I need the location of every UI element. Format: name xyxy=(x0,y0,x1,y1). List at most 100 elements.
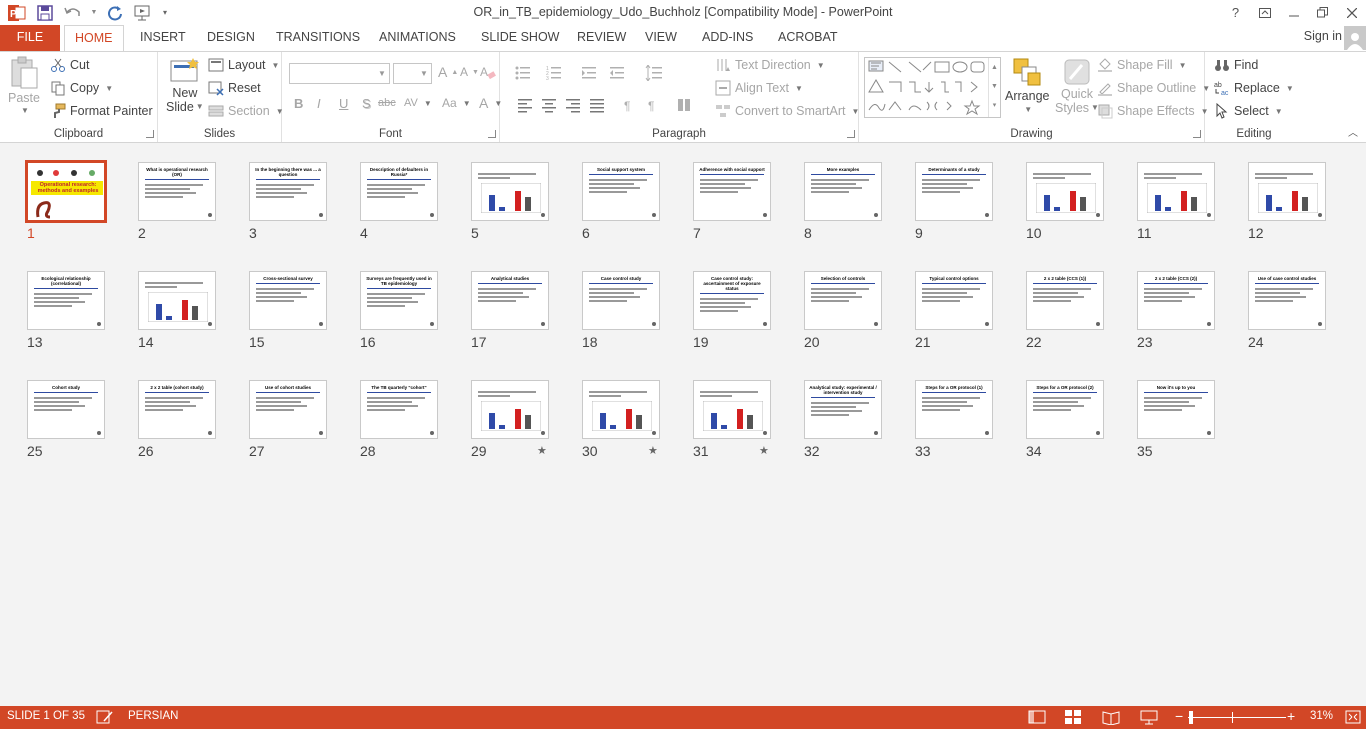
animation-star-icon[interactable]: ★ xyxy=(648,444,658,457)
copy-dropdown-icon[interactable]: ▼ xyxy=(105,84,113,93)
font-size-dropdown-icon[interactable]: ▼ xyxy=(417,64,431,83)
slide-thumbnail[interactable]: 2 x 2 table (CCS (2)) xyxy=(1137,271,1215,330)
collapse-ribbon-icon[interactable]: ︿ xyxy=(1348,124,1358,139)
slide-thumbnail[interactable] xyxy=(1248,162,1326,221)
slide-thumbnail[interactable] xyxy=(471,162,549,221)
tab-slide-show[interactable]: SLIDE SHOW xyxy=(471,25,570,51)
bold-button[interactable]: B xyxy=(294,96,303,111)
slide-thumbnail[interactable]: Steps for a OR protocol (1) xyxy=(915,380,993,439)
animation-star-icon[interactable]: ★ xyxy=(537,444,547,457)
paste-dropdown-icon[interactable]: ▼ xyxy=(21,106,29,115)
section-button[interactable]: Section ▼ xyxy=(208,103,284,119)
slide-thumbnail[interactable]: Case control study xyxy=(582,271,660,330)
tab-review[interactable]: REVIEW xyxy=(567,25,636,51)
zoom-slider[interactable] xyxy=(1188,711,1286,724)
font-name-combo[interactable]: ▼ xyxy=(289,63,390,84)
font-name-dropdown-icon[interactable]: ▼ xyxy=(375,64,389,83)
fit-to-window-icon[interactable] xyxy=(1344,709,1362,725)
drawing-launcher-icon[interactable] xyxy=(1193,130,1201,138)
slide-thumbnail[interactable]: Operational research: methods and exampl… xyxy=(25,160,107,223)
slide-sorter-view-icon[interactable] xyxy=(1064,709,1082,725)
find-button[interactable]: Find xyxy=(1214,57,1258,73)
restore-icon[interactable] xyxy=(1308,0,1337,25)
tab-animations[interactable]: ANIMATIONS xyxy=(369,25,466,51)
animation-star-icon[interactable]: ★ xyxy=(759,444,769,457)
close-icon[interactable] xyxy=(1337,0,1366,25)
zoom-in-button[interactable]: + xyxy=(1287,708,1295,724)
zoom-slider-thumb[interactable] xyxy=(1189,711,1193,724)
slide-thumbnail[interactable]: What is operational research (OR) xyxy=(138,162,216,221)
language-status[interactable]: PERSIAN xyxy=(128,710,179,722)
slide-thumbnail[interactable] xyxy=(693,380,771,439)
slide-thumbnail[interactable]: Cross-sectional survey xyxy=(249,271,327,330)
format-painter-button[interactable]: Format Painter xyxy=(50,103,153,119)
reset-button[interactable]: Reset xyxy=(208,80,261,96)
text-direction-button[interactable]: Text Direction ▼ xyxy=(715,57,825,73)
slide-thumbnail[interactable]: 2 x 2 table (CCS (1)) xyxy=(1026,271,1104,330)
italic-button[interactable]: I xyxy=(317,96,321,111)
font-launcher-icon[interactable] xyxy=(488,130,496,138)
font-size-combo[interactable]: ▼ xyxy=(393,63,432,84)
slide-thumbnail[interactable]: Social support system xyxy=(582,162,660,221)
sign-in-link[interactable]: Sign in xyxy=(1304,29,1342,43)
tab-insert[interactable]: INSERT xyxy=(130,25,196,51)
select-button[interactable]: Select ▼ xyxy=(1214,103,1283,119)
help-button[interactable]: ? xyxy=(1221,0,1250,25)
arrange-button[interactable]: Arrange ▼ xyxy=(1005,57,1049,114)
font-color-button[interactable]: A ▼ xyxy=(479,95,502,111)
convert-to-smartart-button[interactable]: Convert to SmartArt ▼ xyxy=(715,103,859,119)
grow-font-button[interactable]: A ▲ xyxy=(438,64,458,80)
shrink-font-button[interactable]: A ▼ xyxy=(460,65,479,79)
replace-button[interactable]: ab ac Replace ▼ xyxy=(1214,80,1294,96)
tab-transitions[interactable]: TRANSITIONS xyxy=(266,25,370,51)
shape-outline-button[interactable]: Shape Outline ▼ xyxy=(1097,80,1210,96)
clear-formatting-button[interactable]: A xyxy=(480,64,496,80)
slide-thumbnail[interactable]: Use of cohort studies xyxy=(249,380,327,439)
normal-view-icon[interactable] xyxy=(1028,709,1046,725)
tab-file[interactable]: FILE xyxy=(0,25,60,51)
cut-button[interactable]: Cut xyxy=(50,57,89,73)
alignment-buttons[interactable]: ¶ ¶ xyxy=(518,97,708,113)
tab-home[interactable]: HOME xyxy=(64,25,124,52)
slide-thumbnail[interactable]: Analytical studies xyxy=(471,271,549,330)
tab-view[interactable]: VIEW xyxy=(635,25,687,51)
slide-thumbnail[interactable]: Determinants of a study xyxy=(915,162,993,221)
new-slide-dropdown-icon[interactable]: ▼ xyxy=(196,100,204,114)
slide-thumbnail[interactable] xyxy=(582,380,660,439)
slide-thumbnail[interactable]: Selection of controls xyxy=(804,271,882,330)
paragraph-launcher-icon[interactable] xyxy=(847,130,855,138)
list-indent-buttons[interactable]: 123 xyxy=(514,65,664,81)
slide-thumbnail[interactable]: Cohort study xyxy=(27,380,105,439)
reading-view-icon[interactable] xyxy=(1102,709,1120,725)
slide-thumbnail[interactable] xyxy=(1026,162,1104,221)
slide-thumbnail[interactable]: Adherence with social support xyxy=(693,162,771,221)
underline-button[interactable]: U xyxy=(339,96,348,111)
slide-thumbnail[interactable]: Description of defaulters in Russia* xyxy=(360,162,438,221)
clipboard-launcher-icon[interactable] xyxy=(146,130,154,138)
character-spacing-button[interactable]: AV ▼ xyxy=(404,97,432,109)
strikethrough-button[interactable]: abc xyxy=(378,97,396,109)
minimize-icon[interactable] xyxy=(1279,0,1308,25)
shape-effects-button[interactable]: Shape Effects ▼ xyxy=(1097,103,1209,119)
slide-thumbnail[interactable]: Surveys are frequently used in TB epidem… xyxy=(360,271,438,330)
shapes-gallery[interactable]: ▲ ▼ ▾ xyxy=(864,57,1001,118)
slide-thumbnail[interactable]: More examples xyxy=(804,162,882,221)
text-shadow-button[interactable]: S xyxy=(362,96,371,111)
slide-thumbnail[interactable] xyxy=(471,380,549,439)
slide-thumbnail[interactable]: Typical control options xyxy=(915,271,993,330)
avatar[interactable] xyxy=(1344,26,1366,50)
arrange-dropdown-icon[interactable]: ▼ xyxy=(1024,105,1032,114)
change-case-button[interactable]: Aa ▼ xyxy=(442,96,471,110)
zoom-out-button[interactable]: − xyxy=(1175,708,1183,724)
slide-thumbnail[interactable]: In the beginning there was ... a questio… xyxy=(249,162,327,221)
shape-fill-button[interactable]: Shape Fill ▼ xyxy=(1097,57,1187,73)
quick-styles-button[interactable]: Quick Styles ▼ xyxy=(1055,57,1099,115)
new-slide-button[interactable]: New Slide ▼ xyxy=(166,56,204,114)
slide-thumbnail[interactable]: Case control study: ascertainment of exp… xyxy=(693,271,771,330)
layout-dropdown-icon[interactable]: ▼ xyxy=(272,61,280,70)
tab-design[interactable]: DESIGN xyxy=(197,25,265,51)
tab-acrobat[interactable]: ACROBAT xyxy=(768,25,848,51)
layout-button[interactable]: Layout ▼ xyxy=(208,57,279,73)
copy-button[interactable]: Copy ▼ xyxy=(50,80,113,96)
replace-dropdown-icon[interactable]: ▼ xyxy=(1286,84,1294,93)
